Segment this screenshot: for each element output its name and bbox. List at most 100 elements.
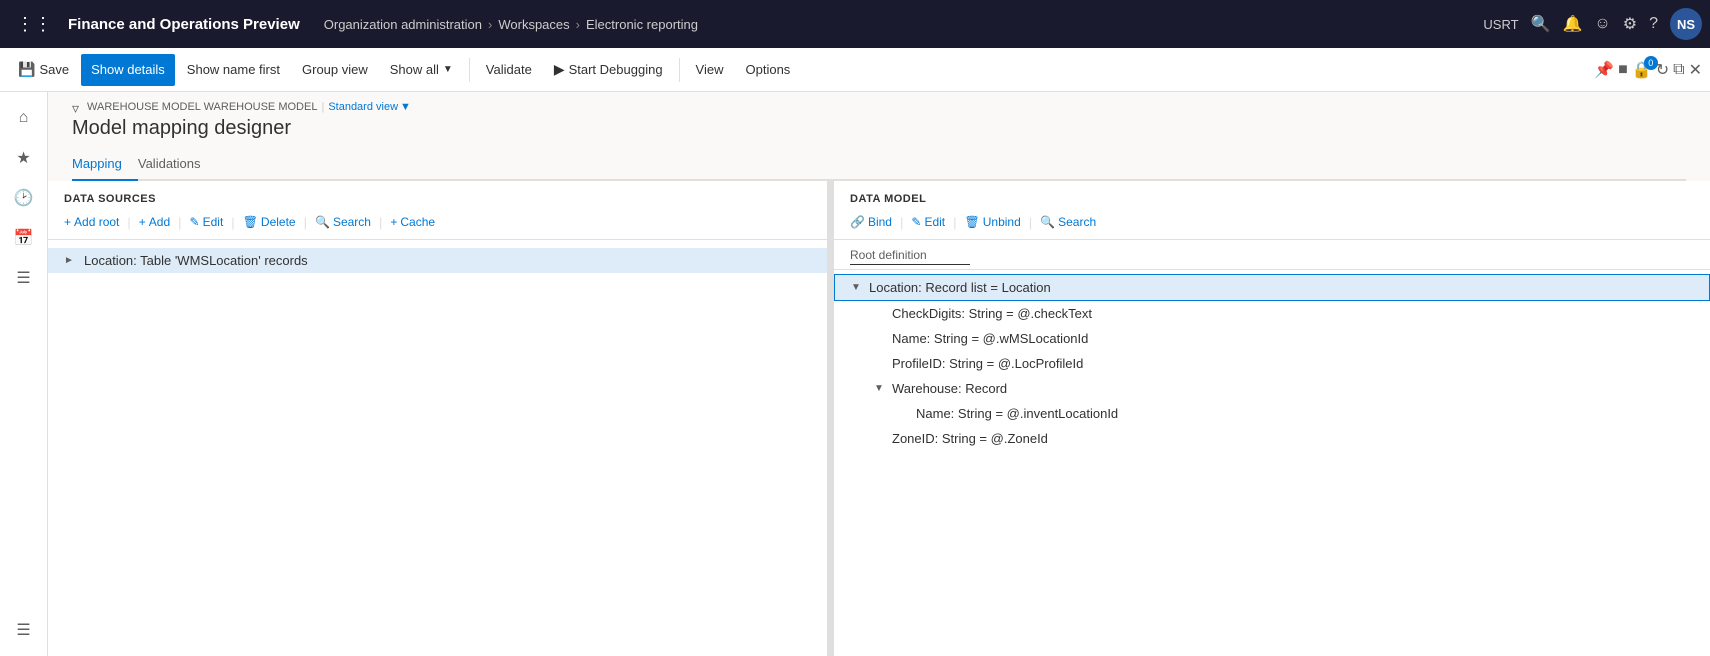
top-right-actions: USRT 🔍 🔔 ☺ ⚙ ? NS (1483, 8, 1702, 40)
search-ds-button[interactable]: 🔍 Search (315, 213, 371, 231)
bind-icon: 🔗 (850, 215, 865, 229)
delete-icon: 🗑 (243, 215, 258, 229)
search-icon[interactable]: 🔍 (1531, 14, 1551, 34)
notification-icon[interactable]: 🔔 (1562, 14, 1582, 34)
model-label-3: ProfileID: String = @.LocProfileId (892, 356, 1083, 371)
avatar[interactable]: NS (1670, 8, 1702, 40)
save-button[interactable]: 💾 Save (8, 54, 79, 86)
sidebar-star-icon[interactable]: ★ (6, 140, 42, 176)
close-icon[interactable]: ✕ (1689, 60, 1702, 80)
grid-menu-icon[interactable]: ⋮⋮ (8, 10, 60, 39)
model-item-6[interactable]: ZoneID: String = @.ZoneId (834, 426, 1710, 451)
show-all-button[interactable]: Show all ▼ (380, 54, 463, 86)
model-chevron-4: ▼ (874, 383, 890, 394)
plus-icon: + (64, 215, 71, 229)
filter-icon[interactable]: ▿ (72, 100, 79, 117)
debug-icon: ▶ (554, 61, 565, 78)
datasources-title: DATA SOURCES (64, 193, 811, 205)
unbind-icon: 🗑 (965, 215, 980, 229)
model-item-0[interactable]: ▼ Location: Record list = Location (834, 274, 1710, 301)
save-icon: 💾 (18, 61, 35, 78)
edit-icon: ✎ (190, 215, 200, 229)
datasources-actions: + Add root | + Add | ✎ Edit | (64, 213, 811, 231)
tree-label-location: Location: Table 'WMSLocation' records (84, 253, 308, 268)
view-button[interactable]: View (686, 54, 734, 86)
datamodel-title: DATA MODEL (850, 193, 1694, 205)
breadcrumb-er[interactable]: Electronic reporting (586, 17, 698, 32)
toolbar: 💾 Save Show details Show name first Grou… (0, 48, 1710, 92)
edit-dm-button[interactable]: ✎ Edit (911, 213, 945, 231)
model-label-1: CheckDigits: String = @.checkText (892, 306, 1092, 321)
tree-item-location[interactable]: ► Location: Table 'WMSLocation' records (48, 248, 827, 273)
page-title: Model mapping designer (72, 117, 1686, 140)
popout-icon[interactable]: ⧉ (1673, 61, 1684, 79)
toolbar-separator-1 (469, 58, 470, 82)
content-area: ▿ WAREHOUSE MODEL WAREHOUSE MODEL | Stan… (48, 92, 1710, 656)
start-debugging-button[interactable]: ▶ Start Debugging (544, 54, 673, 86)
model-item-1[interactable]: CheckDigits: String = @.checkText (834, 301, 1710, 326)
model-label-5: Name: String = @.inventLocationId (916, 406, 1118, 421)
edit-ds-button[interactable]: ✎ Edit (190, 213, 224, 231)
split-pane: DATA SOURCES + Add root | + Add | (48, 181, 1710, 656)
datamodel-header: DATA MODEL 🔗 Bind | ✎ Edit | (834, 181, 1710, 240)
show-details-button[interactable]: Show details (81, 54, 175, 86)
breadcrumb-sep-2: › (576, 17, 580, 32)
breadcrumb: Organization administration › Workspaces… (324, 17, 1476, 32)
sidebar-recent-icon[interactable]: 🕑 (6, 180, 42, 216)
model-label-6: ZoneID: String = @.ZoneId (892, 431, 1048, 446)
settings-icon[interactable]: ⚙ (1623, 14, 1637, 34)
datamodel-pane: DATA MODEL 🔗 Bind | ✎ Edit | (834, 181, 1710, 656)
bind-button[interactable]: 🔗 Bind (850, 213, 892, 231)
datamodel-actions: 🔗 Bind | ✎ Edit | 🗑 Unbind (850, 213, 1694, 231)
toolbar-right: 📌 ■ 🔒 0 ↻ ⧉ ✕ (1594, 60, 1702, 80)
toolbar-separator-2 (679, 58, 680, 82)
model-item-4[interactable]: ▼ Warehouse: Record (834, 376, 1710, 401)
datasources-pane: DATA SOURCES + Add root | + Add | (48, 181, 828, 656)
datasources-header: DATA SOURCES + Add root | + Add | (48, 181, 827, 240)
tab-validations[interactable]: Validations (138, 148, 217, 181)
pin-icon[interactable]: 📌 (1594, 60, 1614, 80)
model-item-5[interactable]: Name: String = @.inventLocationId (834, 401, 1710, 426)
tab-mapping[interactable]: Mapping (72, 148, 138, 181)
model-item-3[interactable]: ProfileID: String = @.LocProfileId (834, 351, 1710, 376)
show-name-first-button[interactable]: Show name first (177, 54, 290, 86)
breadcrumb-org[interactable]: Organization administration (324, 17, 482, 32)
unbind-button[interactable]: 🗑 Unbind (965, 213, 1021, 231)
sidebar-collapse-icon[interactable]: ☰ (6, 612, 42, 656)
notification-toolbar-icon[interactable]: 🔒 0 (1632, 60, 1652, 80)
model-label-0: Location: Record list = Location (869, 280, 1051, 295)
group-view-button[interactable]: Group view (292, 54, 378, 86)
add-root-button[interactable]: + Add root (64, 213, 119, 231)
breadcrumb-wh: WAREHOUSE MODEL WAREHOUSE MODEL (87, 101, 317, 113)
app-title: Finance and Operations Preview (68, 16, 300, 33)
sidebar-calendar-icon[interactable]: 📅 (6, 220, 42, 256)
username-label: USRT (1483, 17, 1518, 32)
search-dm-icon: 🔍 (1040, 215, 1055, 229)
standard-view-button[interactable]: Standard view ▼ (328, 101, 411, 113)
add-button[interactable]: + Add (139, 213, 170, 231)
sidebar-home-icon[interactable]: ⌂ (6, 100, 42, 136)
datasources-tree: ► Location: Table 'WMSLocation' records (48, 240, 827, 656)
search-dm-button[interactable]: 🔍 Search (1040, 213, 1096, 231)
top-navigation-bar: ⋮⋮ Finance and Operations Preview Organi… (0, 0, 1710, 48)
sidebar-list-icon[interactable]: ☰ (6, 260, 42, 296)
delete-button[interactable]: 🗑 Delete (243, 213, 296, 231)
model-item-2[interactable]: Name: String = @.wMSLocationId (834, 326, 1710, 351)
refresh-icon[interactable]: ↻ (1656, 60, 1669, 80)
model-label-4: Warehouse: Record (892, 381, 1007, 396)
filter-breadcrumb-row: ▿ WAREHOUSE MODEL WAREHOUSE MODEL | Stan… (72, 100, 1686, 117)
extension-icon[interactable]: ■ (1618, 61, 1628, 79)
chevron-down-icon: ▼ (400, 101, 411, 113)
smiley-icon[interactable]: ☺ (1594, 15, 1610, 33)
plus-icon-2: + (139, 215, 146, 229)
page-breadcrumb: WAREHOUSE MODEL WAREHOUSE MODEL | Standa… (87, 101, 411, 113)
model-label-2: Name: String = @.wMSLocationId (892, 331, 1088, 346)
breadcrumb-workspaces[interactable]: Workspaces (498, 17, 569, 32)
left-sidebar: ⌂ ★ 🕑 📅 ☰ ☰ (0, 92, 48, 656)
help-icon[interactable]: ? (1649, 15, 1658, 33)
model-chevron-0: ▼ (851, 282, 867, 293)
validate-button[interactable]: Validate (476, 54, 542, 86)
tree-chevron-location: ► (64, 255, 80, 266)
options-button[interactable]: Options (736, 54, 801, 86)
cache-button[interactable]: + Cache (390, 213, 435, 231)
